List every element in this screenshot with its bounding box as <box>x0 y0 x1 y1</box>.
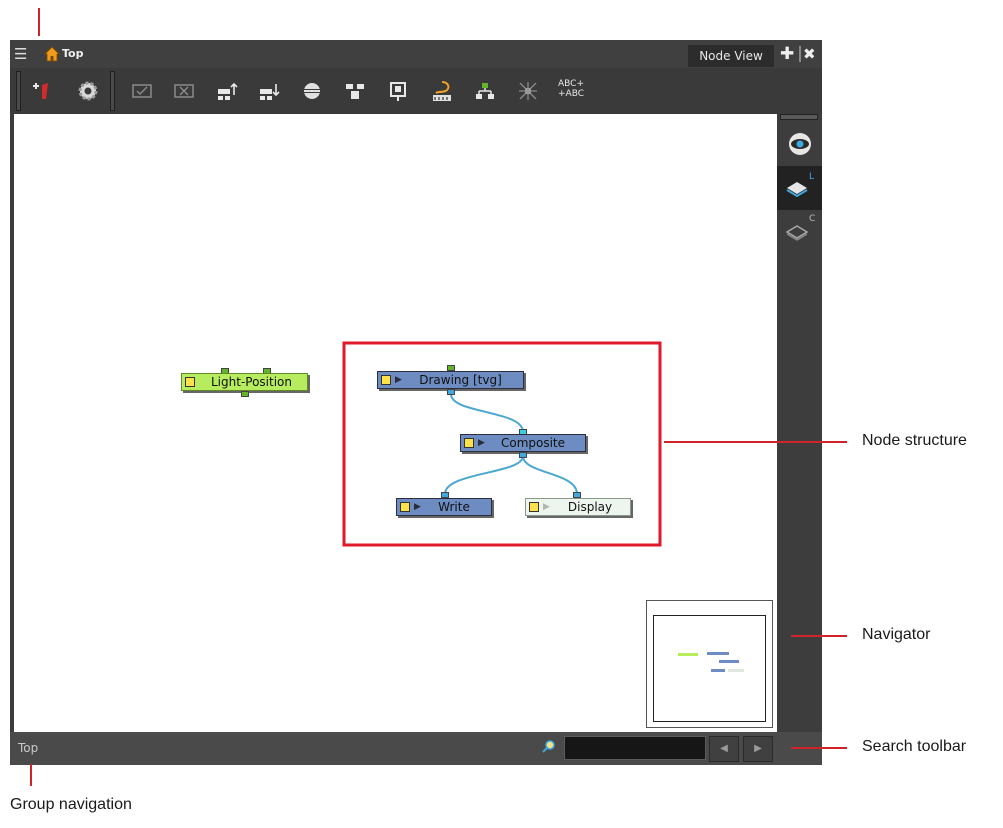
hierarchy-icon[interactable] <box>473 79 497 103</box>
arrow-right-icon[interactable]: ▶ <box>743 736 773 762</box>
layer-icon[interactable] <box>430 79 454 103</box>
panel-handle[interactable] <box>780 114 818 120</box>
eye-icon[interactable] <box>786 132 814 156</box>
layer-mode-L-button[interactable]: L <box>777 166 822 210</box>
hamburger-menu-icon[interactable]: ☰ <box>14 44 34 64</box>
side-panel: L C <box>777 114 822 732</box>
group-navigation-top-pointer <box>38 8 40 36</box>
node-structure-annotation: Node structure <box>862 432 967 449</box>
node-light-position[interactable]: Light-Position <box>181 373 308 391</box>
output-port[interactable] <box>241 391 249 397</box>
node-enable-toggle[interactable] <box>529 502 539 512</box>
cable-icon[interactable] <box>300 79 324 103</box>
group-icon[interactable] <box>343 79 367 103</box>
wire-drawing-composite <box>450 393 524 433</box>
layer-badge-L: L <box>809 172 815 182</box>
node-view-canvas[interactable]: Light-Position ▶ Drawing [tvg] ▶ Composi… <box>14 114 777 732</box>
group-navigation-callout-line <box>30 764 32 786</box>
layer-icon <box>786 182 808 198</box>
rename-abc-icon[interactable]: ABC+ +ABC <box>558 79 584 103</box>
navigator[interactable] <box>646 600 773 728</box>
navigator-node-thumb <box>711 669 725 672</box>
move-up-icon[interactable] <box>215 79 239 103</box>
search-toolbar-annotation: Search toolbar <box>862 738 967 755</box>
search-toolbar: Top ◀ ▶ <box>10 732 822 765</box>
node-composite[interactable]: ▶ Composite <box>460 434 586 452</box>
search-input[interactable] <box>564 736 706 760</box>
node-structure-callout-line <box>664 441 847 443</box>
navigator-callout-line <box>791 635 847 637</box>
node-enable-toggle[interactable] <box>185 377 195 387</box>
node-drawing[interactable]: ▶ Drawing [tvg] <box>377 371 524 389</box>
node-label: Light-Position <box>211 375 292 389</box>
toolbar-handle[interactable] <box>110 71 115 111</box>
expand-arrow-icon[interactable]: ▶ <box>543 501 550 513</box>
layer-badge-C: C <box>809 214 816 224</box>
navigator-annotation: Navigator <box>862 626 931 643</box>
output-port[interactable] <box>447 389 455 395</box>
settings-gear-icon[interactable] <box>76 79 100 103</box>
node-write[interactable]: ▶ Write <box>396 498 492 516</box>
navigator-viewport[interactable] <box>653 615 766 722</box>
node-label: Composite <box>500 436 566 450</box>
divider <box>799 46 801 62</box>
close-icon[interactable]: ✖ <box>803 44 819 64</box>
layer-mode-C-button[interactable]: C <box>777 214 822 250</box>
network-icon[interactable] <box>516 79 540 103</box>
toolbar-handle[interactable] <box>16 71 21 111</box>
navigator-node-thumb <box>707 652 729 655</box>
node-label: Display <box>567 500 613 514</box>
layer-outline-icon <box>786 225 808 241</box>
node-view-toolbar: ABC+ +ABC <box>10 68 822 114</box>
wire-composite-display <box>522 455 578 495</box>
group-navigation-annotation: Group navigation <box>10 796 132 813</box>
node-label: Drawing [tvg] <box>419 373 502 387</box>
node-view-window: ☰ Top Node View ✚ ✖ ABC+ +ABC Light-Posi… <box>10 40 822 765</box>
move-down-icon[interactable] <box>257 79 281 103</box>
search-toolbar-callout-line <box>791 747 847 749</box>
node-display[interactable]: ▶ Display <box>525 498 631 516</box>
wire-composite-write <box>444 455 524 495</box>
navigator-node-thumb <box>678 653 698 656</box>
home-icon[interactable] <box>44 46 60 62</box>
title-bar: ☰ Top Node View ✚ ✖ <box>10 40 822 68</box>
ungroup-icon[interactable] <box>386 79 410 103</box>
navigator-node-thumb <box>719 660 739 663</box>
navigator-node-thumb <box>728 669 744 672</box>
tab-node-view[interactable]: Node View <box>688 45 774 67</box>
arrow-left-icon[interactable]: ◀ <box>709 736 739 762</box>
node-enable-toggle[interactable] <box>464 438 474 448</box>
node-enable-toggle[interactable] <box>381 375 391 385</box>
node-enable-toggle[interactable] <box>400 502 410 512</box>
add-node-icon[interactable] <box>30 79 54 103</box>
output-port[interactable] <box>519 452 527 458</box>
enable-icon[interactable] <box>130 79 154 103</box>
current-group-label[interactable]: Top <box>62 47 83 60</box>
plus-icon[interactable]: ✚ <box>780 44 798 64</box>
disable-icon[interactable] <box>172 79 196 103</box>
node-label: Write <box>438 500 470 514</box>
group-path[interactable]: Top <box>18 741 38 755</box>
search-icon[interactable] <box>542 740 556 754</box>
